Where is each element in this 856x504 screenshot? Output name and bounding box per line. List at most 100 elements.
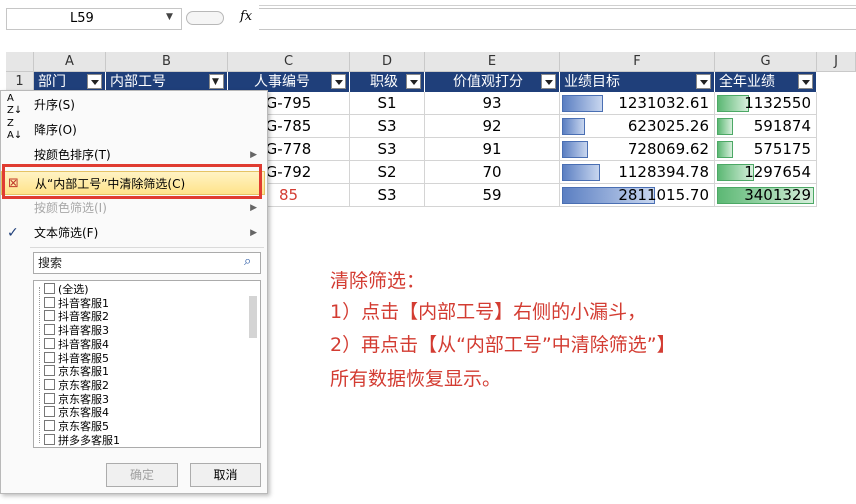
dropdown-arrow-icon <box>91 80 99 85</box>
checkbox[interactable] <box>44 351 55 363</box>
cell-value: 591874 <box>753 117 811 135</box>
cell-score[interactable]: 92 <box>425 115 560 138</box>
list-item[interactable]: 京东客服5 <box>44 420 109 433</box>
ok-button[interactable]: 确定 <box>106 463 178 487</box>
list-item-label: 京东客服2 <box>58 378 109 392</box>
checkbox[interactable] <box>44 420 55 431</box>
header-label: 业绩目标 <box>564 74 620 90</box>
list-item[interactable]: 京东客服3 <box>44 392 109 406</box>
list-item-label: 抖音客服1 <box>58 296 109 310</box>
formula-bar-toggle[interactable] <box>186 11 224 25</box>
active-filter-button[interactable]: ▼ <box>209 74 224 89</box>
column-header-e[interactable]: E <box>425 52 560 72</box>
checkbox[interactable] <box>44 406 55 418</box>
checkbox[interactable] <box>44 378 55 390</box>
cell-score[interactable]: 70 <box>425 161 560 184</box>
insert-function-icon[interactable]: fx <box>240 9 252 24</box>
cell-target[interactable]: 2811015.70 <box>560 184 715 207</box>
cancel-button[interactable]: 取消 <box>190 463 261 487</box>
name-box-dropdown-icon[interactable]: ▼ <box>166 12 173 22</box>
column-header-g[interactable]: G <box>715 52 817 72</box>
header-cell-hr-id[interactable]: 人事编号 <box>228 72 350 92</box>
header-cell-target[interactable]: 业绩目标 <box>560 72 715 92</box>
header-cell-dept[interactable]: 部门 <box>34 72 106 92</box>
list-item-label: 拼多多客服1 <box>58 433 120 447</box>
cell-annual[interactable]: 591874 <box>715 115 817 138</box>
name-box[interactable] <box>6 8 182 30</box>
checkbox[interactable] <box>44 310 55 322</box>
annotation-line: 所有数据恢复显示。 <box>330 368 502 390</box>
menu-item-sort-asc[interactable]: A Z↓ 升序(S) <box>1 93 265 117</box>
annotation-line: 清除筛选： <box>330 270 426 292</box>
cell-annual[interactable]: 575175 <box>715 138 817 161</box>
cell-value: 1128394.78 <box>618 163 709 181</box>
list-item[interactable]: 京东客服4 <box>44 406 109 419</box>
column-header-f[interactable]: F <box>560 52 715 72</box>
dropdown-arrow-icon <box>802 80 810 85</box>
column-header-b[interactable]: B <box>106 52 228 72</box>
cell-score[interactable]: 59 <box>425 184 560 207</box>
cell-annual[interactable]: 3401329 <box>715 184 817 207</box>
cell-target[interactable]: 1231032.61 <box>560 92 715 115</box>
cell-level[interactable]: S3 <box>350 115 425 138</box>
filter-dropdown-button[interactable] <box>406 74 421 89</box>
filter-dropdown-button[interactable] <box>541 74 556 89</box>
list-item[interactable]: 京东客服1 <box>44 365 109 378</box>
cell-level[interactable]: S2 <box>350 161 425 184</box>
data-bar <box>562 141 588 158</box>
checkbox[interactable] <box>44 296 55 308</box>
name-box-value: L59 <box>70 11 94 26</box>
cell-target[interactable]: 623025.26 <box>560 115 715 138</box>
cell-target[interactable]: 1128394.78 <box>560 161 715 184</box>
column-header-j[interactable]: J <box>817 52 856 72</box>
menu-item-sort-desc[interactable]: Z A↓ 降序(O) <box>1 118 265 142</box>
checkbox[interactable] <box>44 337 55 349</box>
checkbox[interactable] <box>44 433 55 445</box>
list-item-label: 京东客服3 <box>58 392 109 406</box>
checkbox[interactable] <box>44 365 55 377</box>
filter-dropdown-button[interactable] <box>696 74 711 89</box>
filter-search-input[interactable]: 搜索 <box>33 252 261 274</box>
header-cell-annual[interactable]: 全年业绩 <box>715 72 817 92</box>
list-item[interactable]: (全选) <box>44 283 89 296</box>
filter-dropdown-button[interactable] <box>798 74 813 89</box>
cell-value: 2811015.70 <box>618 186 709 204</box>
header-cell-values-score[interactable]: 价值观打分 <box>425 72 560 92</box>
list-item-label: 抖音客服4 <box>58 337 109 351</box>
list-item[interactable]: 抖音客服1 <box>44 296 109 310</box>
list-item[interactable]: 抖音客服3 <box>44 324 109 337</box>
menu-item-filter-by-color[interactable]: 按颜色筛选(I) ▶ <box>1 196 265 220</box>
filter-value-list[interactable]: (全选) 抖音客服1 抖音客服2 抖音客服3 抖音客服4 抖音客服5 京东客服1 京东客服2 京… <box>33 280 261 448</box>
cell-target[interactable]: 728069.62 <box>560 138 715 161</box>
cell-level[interactable]: S1 <box>350 92 425 115</box>
checkbox[interactable] <box>44 392 55 404</box>
data-bar <box>717 141 733 158</box>
cell-level[interactable]: S3 <box>350 138 425 161</box>
cell-value: 1297654 <box>744 163 811 181</box>
menu-item-text-filter[interactable]: ✓ 文本筛选(F) ▶ <box>1 221 265 245</box>
search-icon[interactable]: ⌕ <box>244 254 260 270</box>
checkbox[interactable] <box>44 324 55 336</box>
list-scrollbar-thumb[interactable] <box>249 296 257 338</box>
list-item[interactable]: 拼多多客服1 <box>44 433 120 447</box>
column-header-d[interactable]: D <box>350 52 425 72</box>
filter-dropdown-button[interactable] <box>331 74 346 89</box>
header-cell-internal-id[interactable]: 内部工号 ▼ <box>106 72 228 92</box>
list-item[interactable]: 抖音客服4 <box>44 337 109 351</box>
cell-score[interactable]: 91 <box>425 138 560 161</box>
row-header-1[interactable]: 1 <box>6 72 34 92</box>
filter-dropdown-button[interactable] <box>87 74 102 89</box>
cell-score[interactable]: 93 <box>425 92 560 115</box>
header-cell-level[interactable]: 职级 <box>350 72 425 92</box>
list-item[interactable]: 京东客服2 <box>44 378 109 392</box>
checkbox[interactable] <box>44 283 55 294</box>
cell-annual[interactable]: 1132550 <box>715 92 817 115</box>
cell-level[interactable]: S3 <box>350 184 425 207</box>
column-header-a[interactable]: A <box>34 52 106 72</box>
formula-input[interactable] <box>259 8 856 30</box>
select-all-corner[interactable] <box>6 52 34 72</box>
list-item[interactable]: 抖音客服5 <box>44 351 109 364</box>
list-item[interactable]: 抖音客服2 <box>44 310 109 323</box>
cell-annual[interactable]: 1297654 <box>715 161 817 184</box>
column-header-c[interactable]: C <box>228 52 350 72</box>
